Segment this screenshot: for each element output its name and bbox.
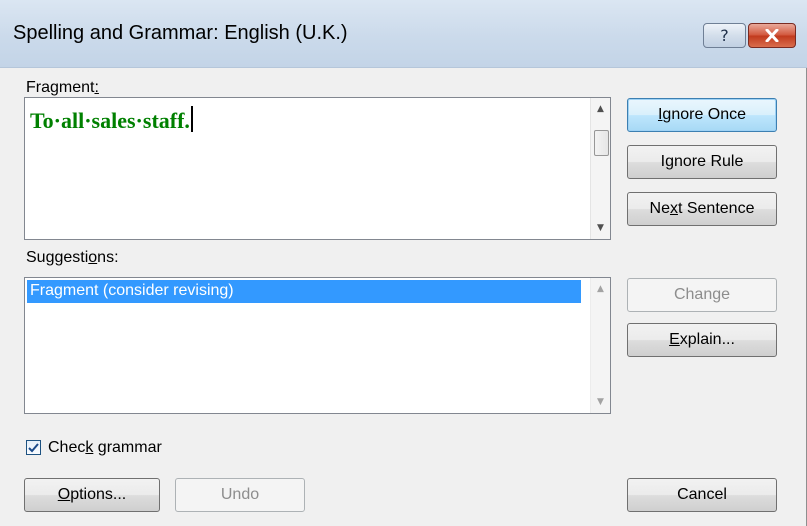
scroll-up-arrow-icon[interactable]: ▲ xyxy=(591,100,610,118)
spelling-grammar-dialog: Spelling and Grammar: English (U.K.) ? F… xyxy=(0,0,807,526)
undo-button: Undo xyxy=(175,478,305,512)
title-bar: Spelling and Grammar: English (U.K.) ? xyxy=(0,0,807,68)
fragment-textbox[interactable]: To·all·sales·staff. ▲ ▼ xyxy=(24,97,611,240)
scroll-up-arrow-icon: ▲ xyxy=(597,284,604,294)
help-button[interactable]: ? xyxy=(703,23,746,48)
suggestions-scrollbar: ▲ ▼ xyxy=(590,278,610,413)
close-icon xyxy=(765,29,779,42)
close-button[interactable] xyxy=(748,23,796,48)
suggestions-label: Suggestions: xyxy=(26,249,119,266)
window-title: Spelling and Grammar: English (U.K.) xyxy=(13,22,348,44)
fragment-scrollbar[interactable]: ▲ ▼ xyxy=(590,98,610,239)
cancel-button[interactable]: Cancel xyxy=(627,478,777,512)
text-caret xyxy=(190,106,193,132)
scroll-down-arrow-icon: ▼ xyxy=(597,397,604,407)
ignore-once-button[interactable]: Ignore Once xyxy=(627,98,777,132)
scroll-thumb[interactable] xyxy=(594,130,609,156)
check-grammar-label[interactable]: Check grammar xyxy=(48,439,162,457)
suggestion-item[interactable]: Fragment (consider revising) xyxy=(27,280,581,303)
explain-button[interactable]: Explain... xyxy=(627,323,777,357)
change-button: Change xyxy=(627,278,777,312)
suggestions-list[interactable]: Fragment (consider revising) ▲ ▼ xyxy=(24,277,611,414)
scroll-down-arrow-icon[interactable]: ▼ xyxy=(591,219,610,237)
ignore-rule-button[interactable]: Ig nore Rule xyxy=(627,145,777,179)
checkmark-icon xyxy=(28,442,39,452)
next-sentence-button[interactable]: Ne x t Sentence xyxy=(627,192,777,226)
check-grammar-checkbox[interactable] xyxy=(26,440,41,455)
options-button[interactable]: Options... xyxy=(24,478,160,512)
help-icon: ? xyxy=(720,26,729,45)
fragment-text: To·all·sales·staff. xyxy=(30,106,193,134)
fragment-label: Fragment: xyxy=(26,79,99,96)
